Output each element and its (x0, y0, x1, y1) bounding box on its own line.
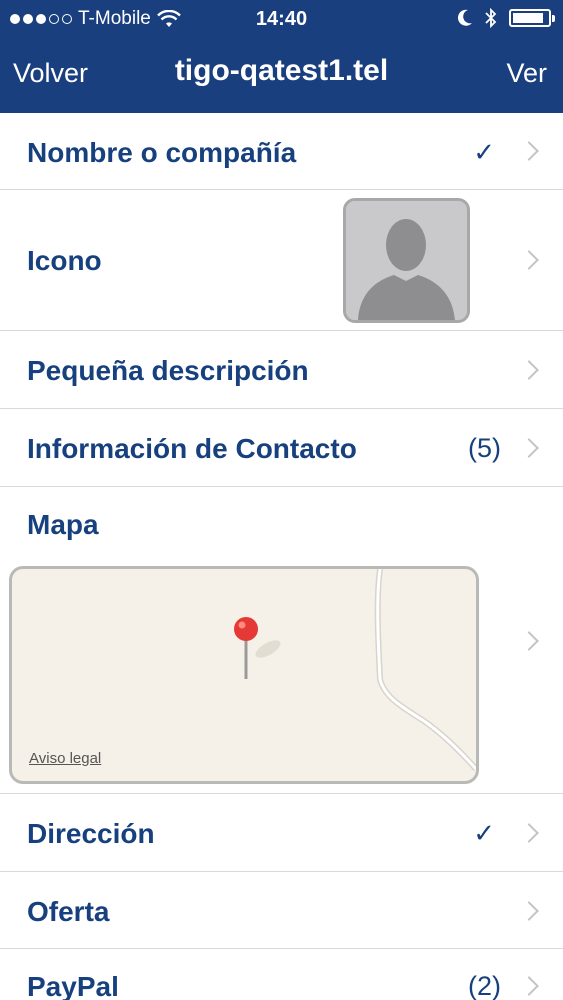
checkmark-icon: ✓ (473, 818, 495, 848)
row-offer-label: Oferta (27, 896, 110, 927)
row-offer[interactable]: Oferta (0, 872, 563, 949)
bluetooth-icon (485, 8, 497, 28)
row-paypal[interactable]: PayPal (2) (0, 949, 563, 1000)
chevron-right-icon (519, 976, 539, 996)
chevron-right-icon (519, 901, 539, 921)
row-name-label: Nombre o compañía (27, 137, 297, 168)
status-bar: T-Mobile 14:40 (0, 0, 563, 38)
row-map-label: Mapa (27, 509, 99, 540)
moon-icon (457, 9, 472, 26)
chevron-right-icon (519, 823, 539, 843)
chevron-right-icon (519, 141, 539, 161)
row-name[interactable]: Nombre o compañía ✓ (0, 113, 563, 190)
chevron-right-icon (519, 631, 539, 651)
person-silhouette-icon (346, 201, 467, 320)
battery-icon (509, 9, 555, 27)
row-paypal-label: PayPal (27, 971, 119, 1000)
row-contact-info[interactable]: Información de Contacto (5) (0, 409, 563, 487)
contact-count: (5) (468, 433, 501, 463)
row-short-description[interactable]: Pequeña descripción (0, 331, 563, 409)
top-bar: T-Mobile 14:40 Volver tigo-qatest1.tel V… (0, 0, 563, 113)
row-icon-label: Icono (27, 245, 102, 276)
row-address[interactable]: Dirección ✓ (0, 794, 563, 872)
row-contact-info-label: Información de Contacto (27, 433, 357, 464)
navigation-bar: Volver tigo-qatest1.tel Ver (0, 38, 563, 113)
legal-notice-link[interactable]: Aviso legal (29, 750, 101, 767)
map-preview[interactable]: Aviso legal (9, 566, 479, 784)
avatar-placeholder[interactable] (343, 198, 470, 323)
map-pin-icon (234, 617, 281, 679)
chevron-right-icon (519, 360, 539, 380)
page-title: tigo-qatest1.tel (174, 54, 389, 87)
chevron-right-icon (519, 438, 539, 458)
paypal-count: (2) (468, 971, 501, 1000)
row-short-description-label: Pequeña descripción (27, 355, 309, 386)
row-address-label: Dirección (27, 818, 155, 849)
row-icon[interactable]: Icono (0, 190, 563, 331)
checkmark-icon: ✓ (473, 137, 495, 167)
view-button[interactable]: Ver (506, 58, 547, 89)
status-right-group (457, 8, 555, 28)
chevron-right-icon (519, 250, 539, 270)
